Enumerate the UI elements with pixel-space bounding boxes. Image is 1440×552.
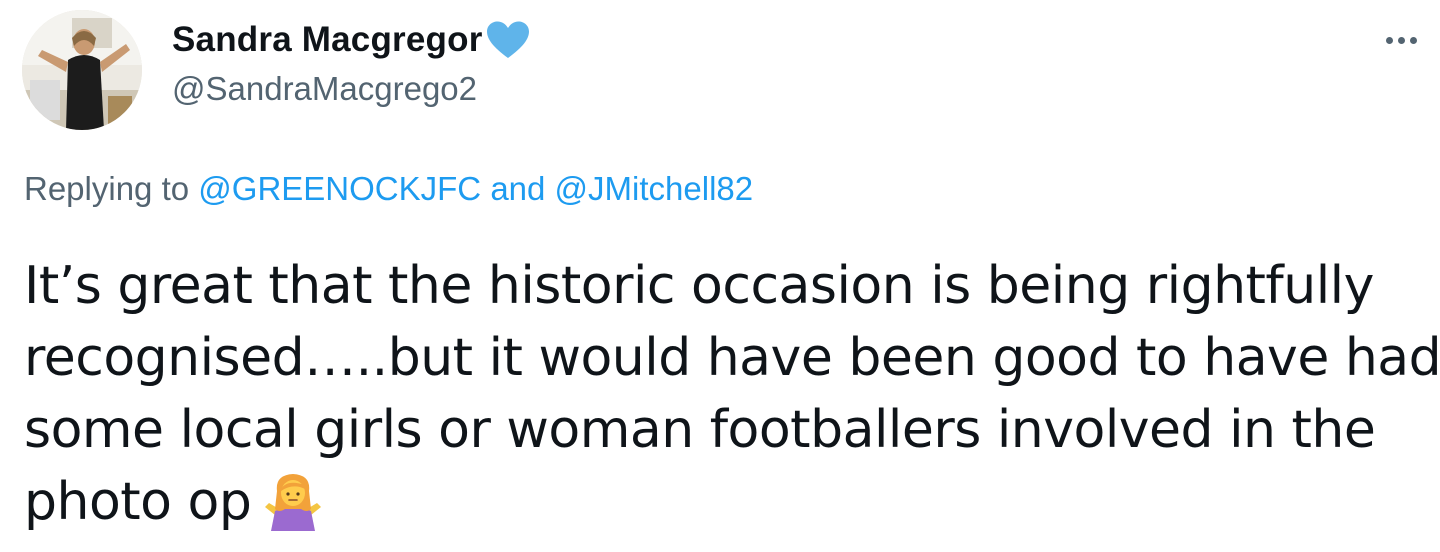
- author-name-row: Sandra Macgregor: [172, 18, 531, 62]
- tweet-text-line: recognised…..but it would have been good…: [24, 328, 1440, 388]
- mention-joiner: and: [490, 170, 546, 207]
- tweet-text-line-content: photo op: [24, 472, 252, 532]
- more-options-icon: [1385, 36, 1393, 44]
- tweet-card: Sandra Macgregor @SandraMacgrego2 Replyi…: [0, 0, 1440, 552]
- replying-to-line: Replying to @GREENOCKJFC and @JMitchell8…: [24, 170, 753, 208]
- more-options-button[interactable]: [1376, 20, 1426, 60]
- user-avatar[interactable]: [22, 10, 142, 130]
- avatar-photo: [22, 10, 142, 130]
- tweet-text-line: It’s great that the historic occasion is…: [24, 256, 1374, 316]
- tweet-text: It’s great that the historic occasion is…: [24, 250, 1440, 538]
- more-options-dot: [1397, 36, 1405, 44]
- author-handle[interactable]: @SandraMacgrego2: [172, 70, 477, 108]
- more-options-dot: [1409, 36, 1417, 44]
- author-display-name[interactable]: Sandra Macgregor: [172, 20, 483, 60]
- blue-heart-icon: [485, 20, 531, 60]
- mention-link-greenockjfc[interactable]: @GREENOCKJFC: [198, 170, 481, 207]
- tweet-text-line-last: photo op: [24, 466, 1424, 538]
- tweet-text-line: some local girls or woman footballers in…: [24, 400, 1376, 460]
- mention-link-jmitchell82[interactable]: @JMitchell82: [555, 170, 754, 207]
- woman-shrugging-emoji-icon: [261, 469, 325, 533]
- replying-to-label: Replying to: [24, 170, 190, 207]
